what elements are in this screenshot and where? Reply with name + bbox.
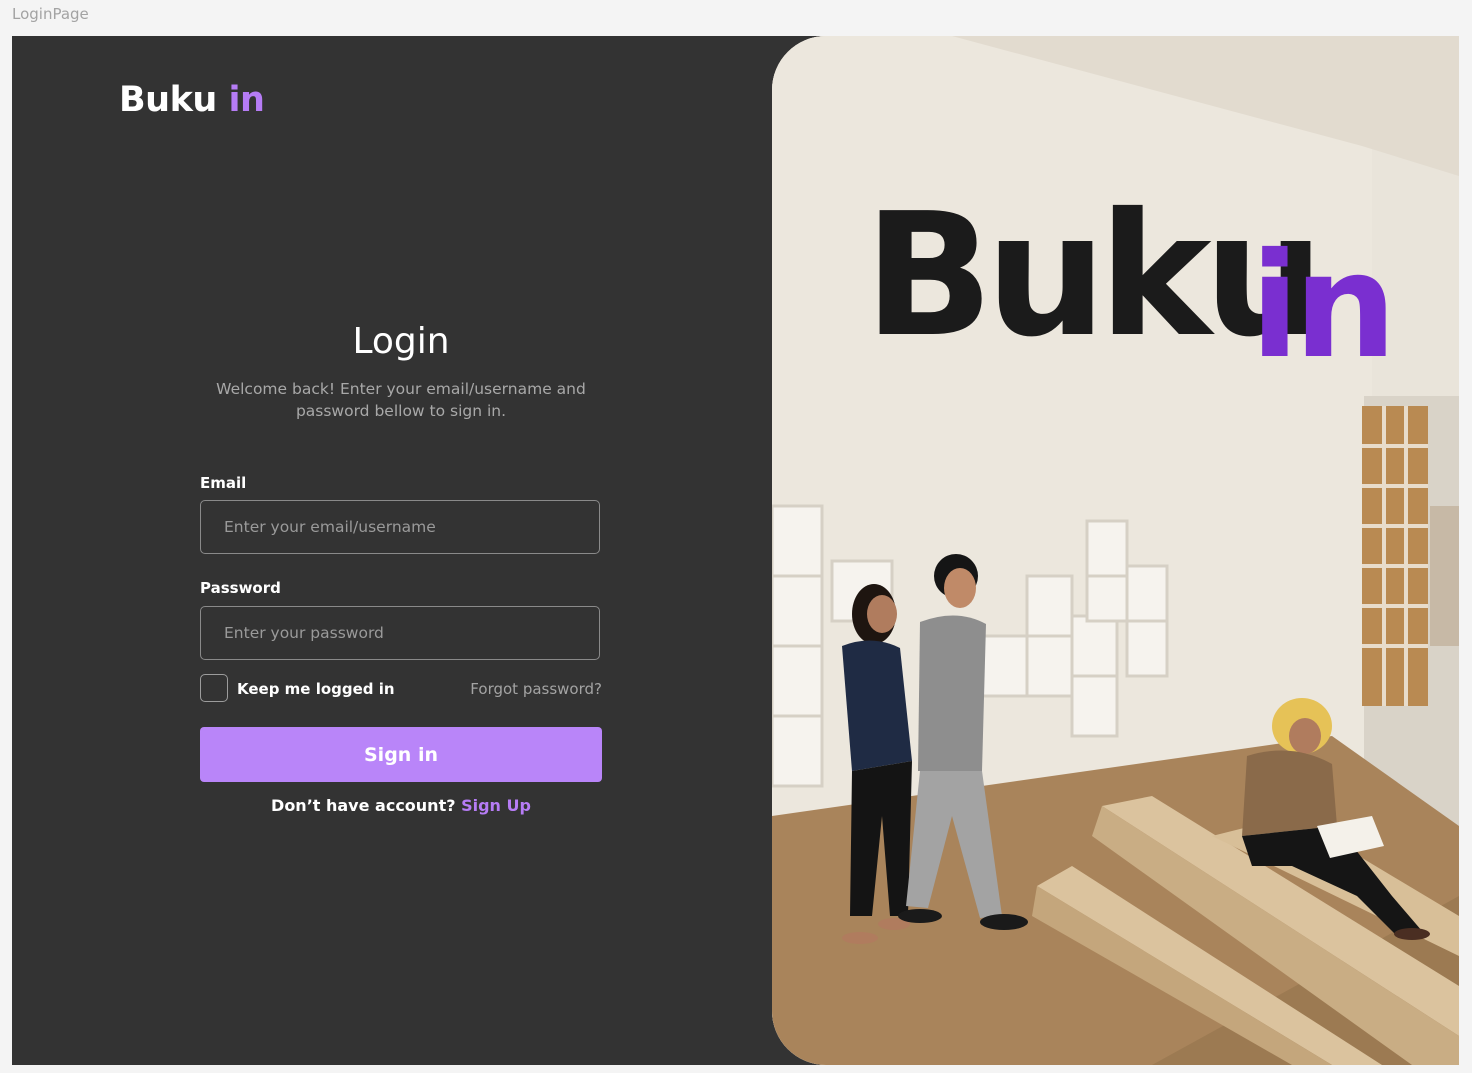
library-photo: Buku in bbox=[772, 36, 1459, 1065]
email-input[interactable] bbox=[200, 500, 600, 554]
wall-sign-accent: in bbox=[1250, 222, 1391, 391]
sign-up-link[interactable]: Sign Up bbox=[461, 796, 531, 815]
page-title: Login bbox=[352, 321, 450, 362]
brand-name: Buku bbox=[119, 80, 217, 120]
password-label: Password bbox=[200, 579, 281, 597]
keep-logged-in-checkbox[interactable] bbox=[200, 674, 228, 702]
signup-prompt: Don’t have account? Sign Up bbox=[200, 796, 602, 815]
frame-label: LoginPage bbox=[12, 5, 89, 23]
email-label: Email bbox=[200, 474, 247, 492]
forgot-password-link[interactable]: Forgot password? bbox=[470, 680, 602, 698]
keep-logged-in-label[interactable]: Keep me logged in bbox=[237, 680, 395, 698]
no-account-text: Don’t have account? bbox=[271, 796, 456, 815]
brand-logo[interactable]: Buku in bbox=[119, 80, 265, 120]
sign-in-button[interactable]: Sign in bbox=[200, 727, 602, 782]
login-page: Buku in Login Welcome back! Enter your e… bbox=[12, 36, 1459, 1065]
password-input[interactable] bbox=[200, 606, 600, 660]
wall-sign-text: Buku bbox=[864, 177, 1317, 375]
page-subtitle: Welcome back! Enter your email/username … bbox=[216, 380, 586, 420]
brand-accent: in bbox=[228, 80, 265, 120]
library-illustration: Buku in bbox=[772, 36, 1459, 1065]
